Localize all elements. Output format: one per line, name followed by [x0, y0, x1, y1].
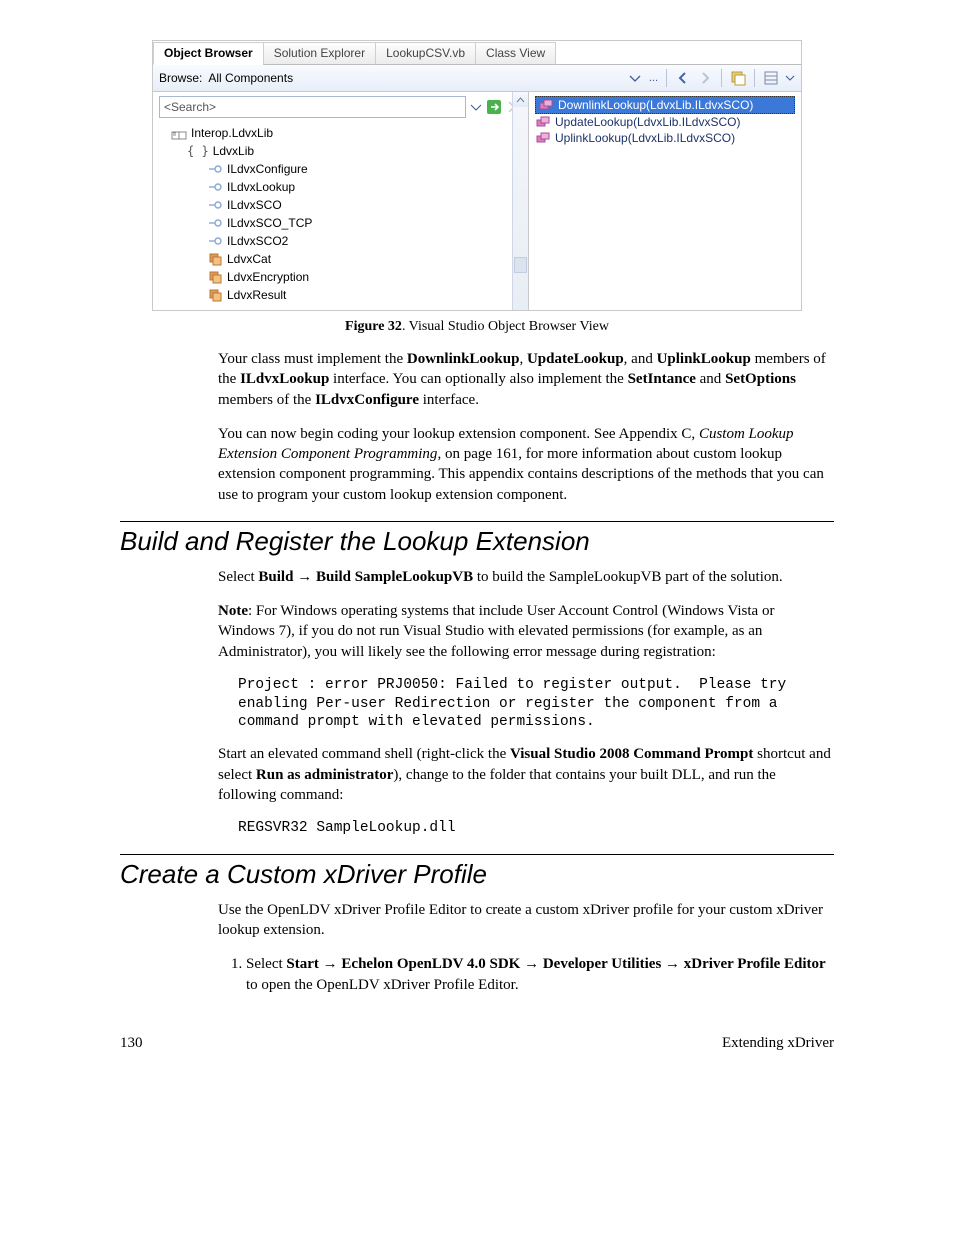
forward-arrow-icon[interactable]	[697, 70, 713, 86]
more-icon[interactable]: ...	[649, 72, 658, 84]
steps-list: Select Start → Echelon OpenLDV 4.0 SDK →…	[246, 954, 834, 995]
heading-build-register: Build and Register the Lookup Extension	[120, 521, 834, 557]
paragraph-note: Note: For Windows operating systems that…	[218, 601, 834, 662]
tree-class[interactable]: LdvxEncryption	[159, 268, 522, 286]
ob-members-pane: DownlinkLookup(LdvxLib.ILdvxSCO) UpdateL…	[529, 92, 801, 310]
view-dropdown-icon[interactable]	[785, 70, 795, 86]
paragraph-profile-intro: Use the OpenLDV xDriver Profile Editor t…	[218, 900, 834, 941]
back-arrow-icon[interactable]	[675, 70, 691, 86]
tree-interface[interactable]: ILdvxLookup	[159, 178, 522, 196]
search-input[interactable]: <Search>	[159, 96, 466, 118]
dropdown-icon[interactable]	[627, 70, 643, 86]
member-item[interactable]: UplinkLookup(LdvxLib.ILdvxSCO)	[535, 130, 795, 146]
member-item[interactable]: DownlinkLookup(LdvxLib.ILdvxSCO)	[535, 96, 795, 114]
paragraph-build: Select Build → Build SampleLookupVB to b…	[218, 567, 834, 587]
page-footer: 130 Extending xDriver	[120, 1035, 834, 1052]
tree-interface[interactable]: ILdvxSCO_TCP	[159, 214, 522, 232]
search-go-icon[interactable]	[486, 99, 502, 115]
ob-tabs: Object Browser Solution Explorer LookupC…	[153, 41, 801, 65]
paragraph-implement: Your class must implement the DownlinkLo…	[218, 349, 834, 410]
tab-class-view[interactable]: Class View	[475, 42, 556, 65]
tree-interface[interactable]: ILdvxSCO	[159, 196, 522, 214]
tab-lookupcsv[interactable]: LookupCSV.vb	[375, 42, 476, 65]
paragraph-elevated: Start an elevated command shell (right-c…	[218, 744, 834, 805]
page-number: 130	[120, 1035, 143, 1052]
tab-solution-explorer[interactable]: Solution Explorer	[263, 42, 376, 65]
tree-interface[interactable]: ILdvxSCO2	[159, 232, 522, 250]
browse-label: Browse:	[159, 71, 202, 85]
ob-left-pane: <Search> Interop.LdvxLib { } LdvxLib ILd…	[153, 92, 529, 310]
tree-class[interactable]: LdvxResult	[159, 286, 522, 304]
tab-object-browser[interactable]: Object Browser	[153, 42, 264, 65]
footer-title: Extending xDriver	[722, 1035, 834, 1052]
paragraph-appendix: You can now begin coding your lookup ext…	[218, 424, 834, 505]
ob-body: <Search> Interop.LdvxLib { } LdvxLib ILd…	[153, 92, 801, 310]
tree-assembly[interactable]: Interop.LdvxLib	[159, 124, 522, 142]
tree-interface[interactable]: ILdvxConfigure	[159, 160, 522, 178]
code-error: Project : error PRJ0050: Failed to regis…	[238, 676, 834, 733]
heading-create-profile: Create a Custom xDriver Profile	[120, 854, 834, 890]
code-regsvr: REGSVR32 SampleLookup.dll	[238, 819, 834, 838]
left-scrollbar[interactable]	[512, 92, 528, 310]
settings-icon[interactable]	[730, 70, 746, 86]
figure-caption: Figure 32. Visual Studio Object Browser …	[120, 319, 834, 335]
browse-value[interactable]: All Components	[208, 71, 308, 85]
view-icon[interactable]	[763, 70, 779, 86]
tree-class[interactable]: LdvxCat	[159, 250, 522, 268]
member-item[interactable]: UpdateLookup(LdvxLib.ILdvxSCO)	[535, 114, 795, 130]
step-1: Select Start → Echelon OpenLDV 4.0 SDK →…	[246, 954, 834, 995]
ob-toolbar: Browse: All Components ...	[153, 65, 801, 92]
object-tree[interactable]: Interop.LdvxLib { } LdvxLib ILdvxConfigu…	[159, 124, 522, 304]
object-browser-figure: Object Browser Solution Explorer LookupC…	[152, 40, 802, 311]
tree-namespace[interactable]: { } LdvxLib	[159, 142, 522, 160]
search-dropdown-icon[interactable]	[470, 99, 482, 115]
